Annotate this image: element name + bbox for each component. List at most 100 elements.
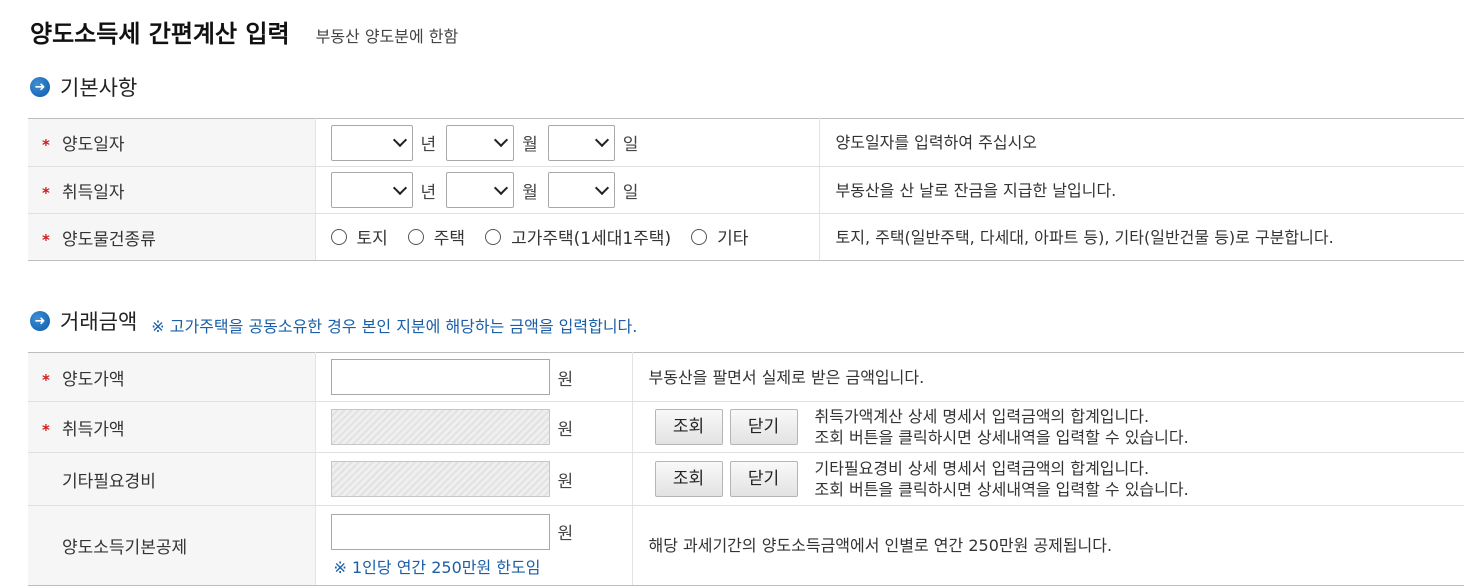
transfer-year-select[interactable] [330, 124, 413, 161]
radio-circle-icon[interactable] [485, 228, 502, 245]
other-expenses-view-button[interactable]: 조회 [654, 461, 723, 497]
acquire-date-inputs: 년월일 [315, 166, 820, 214]
radio-label: 고가주택(1세대1주택) [511, 229, 672, 250]
asterisk-icon: * [42, 230, 50, 249]
won-unit: 원 [557, 419, 574, 440]
acquire-date-desc: 부동산을 산 날로 잔금을 지급한 날입니다. [819, 166, 1464, 214]
acquire-price-buttons: 조회 닫기 [654, 409, 805, 445]
radio-circle-icon[interactable] [407, 228, 424, 245]
property-type-radio-group: 토지 주택 고가주택(1세대1주택) 기타 [330, 224, 769, 250]
radio-luxury-house[interactable]: 고가주택(1세대1주택) [485, 224, 671, 249]
radio-circle-icon[interactable] [330, 228, 347, 245]
acquire-price-label-cell: * 취득가액 [28, 401, 316, 453]
asterisk-icon: * [42, 136, 50, 154]
radio-house[interactable]: 주택 [407, 224, 465, 249]
page-header: 양도소득세 간편계산 입력 부동산 양도분에 한함 [30, 14, 458, 49]
basic-info-table: * 양도일자 년월일 양도일자를 입력하여 주십시오 * 취득일자 년월일 부동산을… [28, 118, 1464, 261]
other-expenses-desc: 기타필요경비 상세 명세서 입력금액의 합계입니다. 조회 버튼을 클릭하시면 … [815, 458, 1189, 500]
acquire-day-select[interactable] [547, 172, 615, 208]
arrow-circle-right-icon: ➜ [30, 311, 50, 331]
page-title: 양도소득세 간편계산 입력 [30, 20, 290, 48]
acquire-price-actions: 조회 닫기 취득가액계산 상세 명세서 입력금액의 합계입니다. 조회 버튼을 … [654, 406, 1464, 448]
amount-section-title: 거래금액 [60, 310, 138, 334]
year-unit: 년 [420, 182, 437, 203]
acquire-date-label-cell: * 취득일자 [28, 166, 316, 214]
acquire-date-label: 취득일자 [62, 182, 125, 203]
acquire-price-desc-line2: 조회 버튼을 클릭하시면 상세내역을 입력할 수 있습니다. [814, 428, 1189, 447]
transfer-date-row: * 양도일자 년 월 일 양도일자를 입력하여 주십시오 [28, 118, 1464, 167]
amount-section-header: ➜ 거래금액 ※ 고가주택을 공동소유한 경우 본인 지분에 해당하는 금액을 … [30, 306, 637, 336]
basic-deduction-limit-note: ※ 1인당 연간 250만원 한도임 [333, 557, 541, 577]
acquire-year-select[interactable] [330, 172, 413, 208]
other-expenses-row: 기타필요경비 원 조회 닫기 기타필요경비 상세 명세서 입력금액의 합계입니다… [28, 452, 1464, 506]
basic-deduction-label-cell: 양도소득기본공제 [28, 505, 316, 586]
acquire-price-close-button[interactable]: 닫기 [729, 409, 798, 445]
chevron-down-icon [392, 180, 407, 195]
property-type-row: * 양도물건종류 토지 주택 고가주택(1세대1주택) 기타 토지, 주택(일반주… [28, 213, 1464, 261]
amount-table: * 양도가액 원 부동산을 팔면서 실제로 받은 금액입니다. * 취득가액 원 조… [28, 352, 1464, 586]
transfer-date-label-cell: * 양도일자 [28, 118, 316, 167]
won-unit: 원 [557, 471, 574, 492]
transfer-price-input-cell: 원 [315, 352, 633, 402]
transfer-price-label-cell: * 양도가액 [28, 352, 316, 402]
acquire-month-select[interactable] [446, 172, 515, 208]
property-type-desc: 토지, 주택(일반주택, 다세대, 아파트 등), 기타(일반건물 등)로 구분… [819, 213, 1464, 261]
transfer-month-select[interactable] [446, 124, 515, 161]
chevron-down-icon [494, 132, 509, 148]
transfer-price-input[interactable] [330, 359, 550, 395]
chevron-down-icon [494, 180, 509, 195]
won-unit: 원 [557, 369, 574, 390]
basic-deduction-desc: 해당 과세기간의 양도소득금액에서 인별로 연간 250만원 공제됩니다. [632, 505, 1464, 586]
basic-deduction-row: 양도소득기본공제 원 ※ 1인당 연간 250만원 한도임 해당 과세기간의 양… [28, 505, 1464, 586]
asterisk-icon: * [42, 183, 50, 202]
basic-section-title: 기본사항 [60, 76, 138, 100]
chevron-down-icon [392, 132, 407, 148]
radio-label: 기타 [717, 229, 749, 250]
transfer-date-desc: 양도일자를 입력하여 주십시오 [819, 118, 1464, 167]
radio-circle-icon[interactable] [691, 228, 708, 245]
amount-section-note: ※ 고가주택을 공동소유한 경우 본인 지분에 해당하는 금액을 입력합니다. [151, 317, 638, 336]
month-unit: 월 [522, 182, 538, 203]
transfer-day-select[interactable] [547, 124, 615, 161]
day-unit: 일 [622, 135, 639, 155]
arrow-circle-right-icon: ➜ [30, 77, 50, 97]
won-unit: 원 [557, 524, 574, 544]
chevron-down-icon [594, 180, 609, 195]
property-type-label: 양도물건종류 [62, 229, 156, 250]
radio-other[interactable]: 기타 [691, 224, 748, 249]
other-expenses-desc-line2: 조회 버튼을 클릭하시면 상세내역을 입력할 수 있습니다. [814, 480, 1189, 499]
basic-deduction-input[interactable] [330, 513, 550, 550]
other-expenses-buttons: 조회 닫기 [654, 461, 805, 497]
radio-land[interactable]: 토지 [330, 224, 388, 250]
basic-deduction-label: 양도소득기본공제 [62, 538, 188, 558]
acquire-price-input-cell: 원 [315, 401, 633, 453]
other-expenses-label: 기타필요경비 [62, 471, 156, 492]
other-expenses-input [330, 461, 550, 497]
page-subtitle: 부동산 양도분에 한함 [315, 27, 459, 46]
acquire-price-desc: 취득가액계산 상세 명세서 입력금액의 합계입니다. 조회 버튼을 클릭하시면 … [815, 406, 1189, 448]
asterisk-icon: * [42, 370, 50, 389]
acquire-price-desc-line1: 취득가액계산 상세 명세서 입력금액의 합계입니다. [814, 407, 1150, 426]
acquire-price-view-button[interactable]: 조회 [654, 409, 723, 445]
transfer-price-desc: 부동산을 팔면서 실제로 받은 금액입니다. [632, 352, 1464, 402]
property-type-options: 토지 주택 고가주택(1세대1주택) 기타 [315, 213, 820, 261]
other-expenses-close-button[interactable]: 닫기 [729, 461, 798, 497]
transfer-price-row: * 양도가액 원 부동산을 팔면서 실제로 받은 금액입니다. [28, 352, 1464, 402]
transfer-date-inputs: 년월일 [315, 118, 820, 167]
other-expenses-desc-line1: 기타필요경비 상세 명세서 입력금액의 합계입니다. [814, 459, 1150, 478]
acquire-price-row: * 취득가액 원 조회 닫기 취득가액계산 상세 명세서 입력금액의 합계입니다.… [28, 401, 1464, 453]
year-unit: 년 [420, 135, 437, 155]
radio-label: 토지 [356, 229, 388, 250]
property-type-label-cell: * 양도물건종류 [28, 213, 316, 261]
acquire-price-desc-cell: 조회 닫기 취득가액계산 상세 명세서 입력금액의 합계입니다. 조회 버튼을 … [632, 401, 1464, 453]
day-unit: 일 [622, 182, 639, 203]
acquire-price-label: 취득가액 [62, 419, 125, 440]
month-unit: 월 [522, 135, 538, 155]
basic-deduction-input-wrap: 원 [330, 513, 632, 550]
transfer-date-label: 양도일자 [62, 135, 125, 155]
acquire-price-input [330, 409, 550, 445]
basic-section-header: ➜ 기본사항 [30, 72, 137, 102]
transfer-price-label: 양도가액 [62, 369, 125, 390]
chevron-down-icon [594, 132, 609, 148]
other-expenses-label-cell: 기타필요경비 [28, 452, 316, 506]
